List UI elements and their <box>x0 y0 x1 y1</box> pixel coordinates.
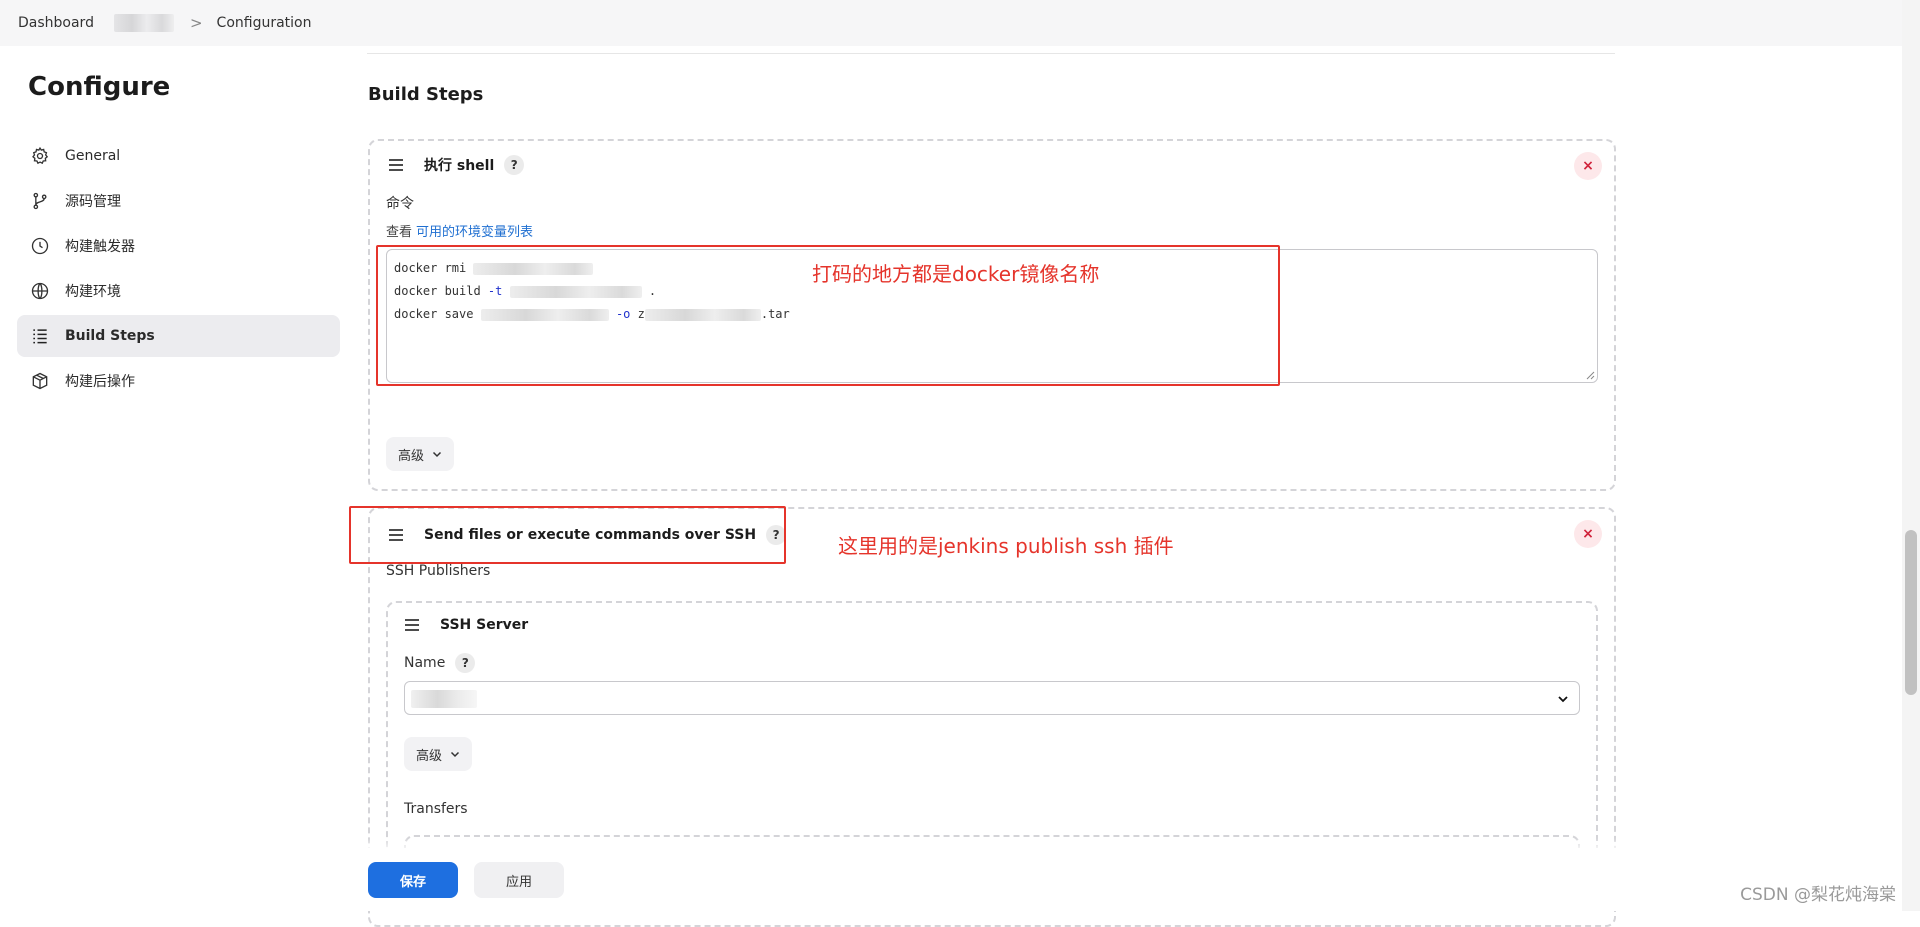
env-vars-link[interactable]: 可用的环境变量列表 <box>416 225 533 240</box>
save-button[interactable]: 保存 <box>368 862 458 898</box>
bottom-action-bar <box>0 848 1900 911</box>
sidebar-item-triggers[interactable]: 构建触发器 <box>17 225 340 267</box>
breadcrumb-configuration[interactable]: Configuration <box>217 15 312 31</box>
chevron-down-icon <box>450 749 460 759</box>
name-label: Name <box>404 655 446 671</box>
sidebar-item-build-environment[interactable]: 构建环境 <box>17 270 340 312</box>
help-icon[interactable]: ? <box>455 653 476 673</box>
scrollbar-thumb[interactable] <box>1905 530 1917 695</box>
breadcrumb-separator-icon: > <box>189 14 203 32</box>
advanced-button[interactable]: 高级 <box>404 737 473 771</box>
gear-icon <box>29 145 51 167</box>
resize-grip-icon[interactable] <box>1586 371 1595 380</box>
sidebar-item-label: Build Steps <box>65 328 155 344</box>
branch-icon <box>29 190 51 212</box>
ssh-server-title: SSH Server <box>440 617 529 633</box>
advanced-label: 高级 <box>416 748 443 764</box>
name-field-label: Name ? <box>404 653 476 673</box>
ssh-server-card: SSH Server Name ? 高级 Transfers <box>386 601 1598 875</box>
sidebar-item-label: 构建后操作 <box>65 374 135 390</box>
sidebar-item-label: General <box>65 148 121 164</box>
sidebar: General 源码管理 构建触发器 构建环境 Build Steps 构建后操… <box>17 135 340 405</box>
close-icon[interactable]: × <box>1574 152 1602 180</box>
shell-step-header: 执行 shell ? <box>388 155 525 175</box>
ssh-publishers-label: SSH Publishers <box>386 563 491 579</box>
sidebar-item-label: 源码管理 <box>65 194 121 210</box>
chevron-down-icon <box>432 449 442 459</box>
sidebar-item-label: 构建触发器 <box>65 239 135 255</box>
advanced-label: 高级 <box>398 448 425 464</box>
ssh-server-header: SSH Server <box>404 617 528 633</box>
breadcrumb: Dashboard > Configuration <box>0 0 1920 46</box>
advanced-button[interactable]: 高级 <box>386 437 455 471</box>
env-vars-prefix: 查看 <box>386 225 413 240</box>
redacted-server-name <box>411 690 477 708</box>
section-divider <box>367 53 1615 54</box>
globe-icon <box>29 280 51 302</box>
ssh-server-name-select[interactable] <box>404 681 1580 715</box>
transfers-label: Transfers <box>404 801 468 817</box>
chevron-down-icon <box>1558 696 1568 703</box>
close-icon[interactable]: × <box>1574 520 1602 548</box>
shell-step-title: 执行 shell <box>424 158 495 174</box>
sidebar-item-post-build[interactable]: 构建后操作 <box>17 360 340 402</box>
drag-handle-icon[interactable] <box>388 158 404 172</box>
env-vars-row: 查看 可用的环境变量列表 <box>386 221 533 240</box>
apply-button[interactable]: 应用 <box>474 862 564 898</box>
sidebar-item-build-steps[interactable]: Build Steps <box>17 315 340 357</box>
scrollbar-track[interactable] <box>1902 0 1920 911</box>
sidebar-item-general[interactable]: General <box>17 135 340 177</box>
help-icon[interactable]: ? <box>504 155 525 175</box>
section-title: Build Steps <box>368 84 484 105</box>
sidebar-item-source-control[interactable]: 源码管理 <box>17 180 340 222</box>
list-icon <box>29 325 51 347</box>
command-label: 命令 <box>386 196 414 212</box>
package-icon <box>29 370 51 392</box>
page-title: Configure <box>28 72 171 102</box>
breadcrumb-redacted-job[interactable] <box>113 14 174 32</box>
annotation-ssh-note: 这里用的是jenkins publish ssh 插件 <box>838 534 1174 558</box>
sidebar-item-label: 构建环境 <box>65 284 121 300</box>
watermark: CSDN @梨花炖海棠 <box>1740 885 1896 905</box>
annotation-box-ssh <box>349 506 786 564</box>
annotation-shell-note: 打码的地方都是docker镜像名称 <box>812 262 1100 286</box>
drag-handle-icon[interactable] <box>404 618 420 632</box>
breadcrumb-dashboard-link[interactable]: Dashboard <box>18 15 94 31</box>
clock-icon <box>29 235 51 257</box>
